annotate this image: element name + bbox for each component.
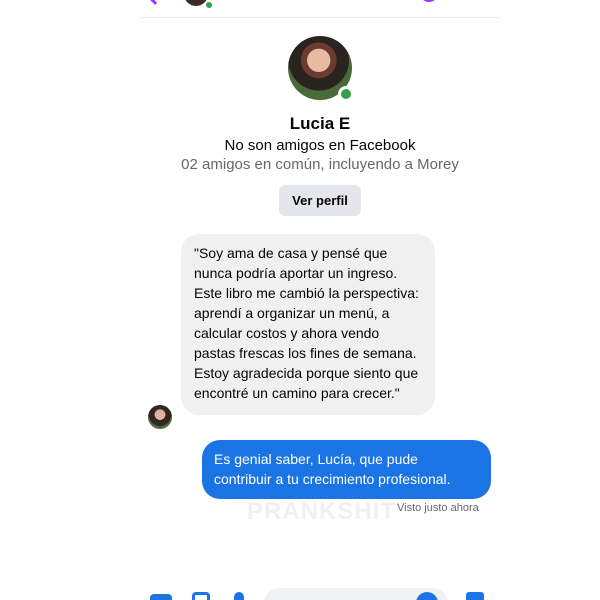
profile-avatar (288, 36, 354, 102)
mutual-friends: 02 amigos en común, incluyendo a Morey (181, 156, 459, 173)
contact-name: Lucia E (289, 114, 351, 133)
call-icon[interactable] (420, 0, 438, 2)
online-indicator (338, 86, 354, 102)
online-indicator (204, 0, 214, 10)
like-icon[interactable] (466, 592, 484, 600)
gallery-icon[interactable] (192, 592, 210, 600)
contact-profile: Lucia E No son amigos en Facebook 02 ami… (140, 36, 500, 216)
watermark: PRANKSHIT (247, 498, 397, 525)
composer-bar (140, 586, 500, 600)
friendship-status: No son amigos en Facebook (224, 137, 416, 154)
incoming-message[interactable]: "Soy ama de casa y pensé que nunca podrí… (181, 234, 435, 415)
sender-avatar (148, 405, 172, 429)
mic-icon[interactable] (234, 592, 244, 600)
chat-header (140, 0, 500, 18)
seen-status: Visto justo ahora (397, 502, 479, 514)
view-profile-button[interactable]: Ver perfil (279, 185, 361, 216)
back-icon[interactable] (145, 0, 165, 5)
camera-icon[interactable] (150, 594, 172, 600)
outgoing-message[interactable]: Es genial saber, Lucía, que pude contrib… (202, 440, 491, 499)
